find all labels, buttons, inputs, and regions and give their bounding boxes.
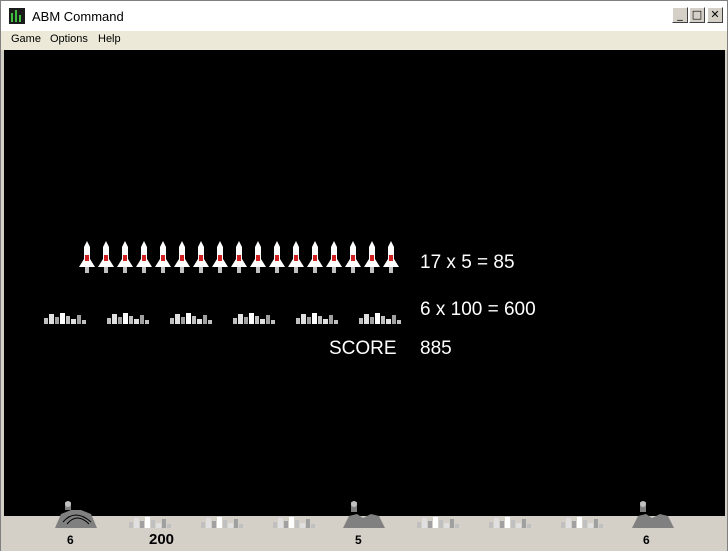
bonus-missile-icon (383, 241, 399, 275)
ground-city-icon (417, 515, 459, 528)
bonus-missile-icon (269, 241, 285, 275)
city-bonus-text: 6 x 100 = 600 (420, 299, 536, 320)
missile-base-right (632, 501, 674, 528)
bonus-missile-icon (193, 241, 209, 275)
missile-base-center (343, 501, 385, 528)
bonus-missile-icon (364, 241, 380, 275)
bonus-missile-icon (136, 241, 152, 275)
bonus-missile-icon (174, 241, 190, 275)
ground-city-icon (201, 515, 243, 528)
bonus-missile-icon (117, 241, 133, 275)
app-window: ABM Command _ □ ✕ Game Options Help 17 x… (0, 0, 728, 551)
right-base-ammo: 6 (643, 533, 650, 547)
bonus-city-icon (44, 311, 86, 324)
bonus-city-icon (359, 311, 401, 324)
ground-city-icon (489, 515, 531, 528)
bonus-missile-icon (345, 241, 361, 275)
score-value: 885 (420, 338, 452, 359)
bonus-city-icon (233, 311, 275, 324)
bonus-missile-icon (307, 241, 323, 275)
minimize-button[interactable]: _ (672, 7, 688, 23)
score-label: SCORE (329, 338, 397, 359)
ground-city-icon (129, 515, 171, 528)
window-title: ABM Command (32, 9, 124, 24)
app-icon (9, 8, 25, 24)
bonus-missile-icon (231, 241, 247, 275)
game-area[interactable]: 17 x 5 = 85 6 x 100 = 600 SCORE 885 (4, 50, 725, 529)
bonus-city-icon (107, 311, 149, 324)
menu-help[interactable]: Help (98, 33, 121, 45)
left-base-ammo: 6 (67, 533, 74, 547)
menu-bar: Game Options Help (1, 31, 727, 50)
ground-city-icon (273, 515, 315, 528)
title-bar[interactable]: ABM Command _ □ ✕ (1, 1, 727, 31)
bonus-missile-icon (212, 241, 228, 275)
status-bar: 6 200 5 6 (1, 529, 727, 551)
bonus-missile-icon (326, 241, 342, 275)
menu-options[interactable]: Options (50, 33, 88, 45)
missile-bonus-text: 17 x 5 = 85 (420, 252, 515, 273)
missile-base-left (55, 501, 97, 528)
maximize-button[interactable]: □ (689, 7, 705, 23)
bonus-city-icon (170, 311, 212, 324)
bonus-missile-icon (98, 241, 114, 275)
center-base-ammo: 5 (355, 533, 362, 547)
bonus-missile-icon (288, 241, 304, 275)
status-score: 200 (149, 531, 175, 548)
bonus-city-icon (296, 311, 338, 324)
bonus-missile-icon (79, 241, 95, 275)
close-button[interactable]: ✕ (707, 7, 723, 23)
bonus-missile-icon (155, 241, 171, 275)
bonus-missile-icon (250, 241, 266, 275)
menu-game[interactable]: Game (11, 33, 41, 45)
ground-city-icon (561, 515, 603, 528)
